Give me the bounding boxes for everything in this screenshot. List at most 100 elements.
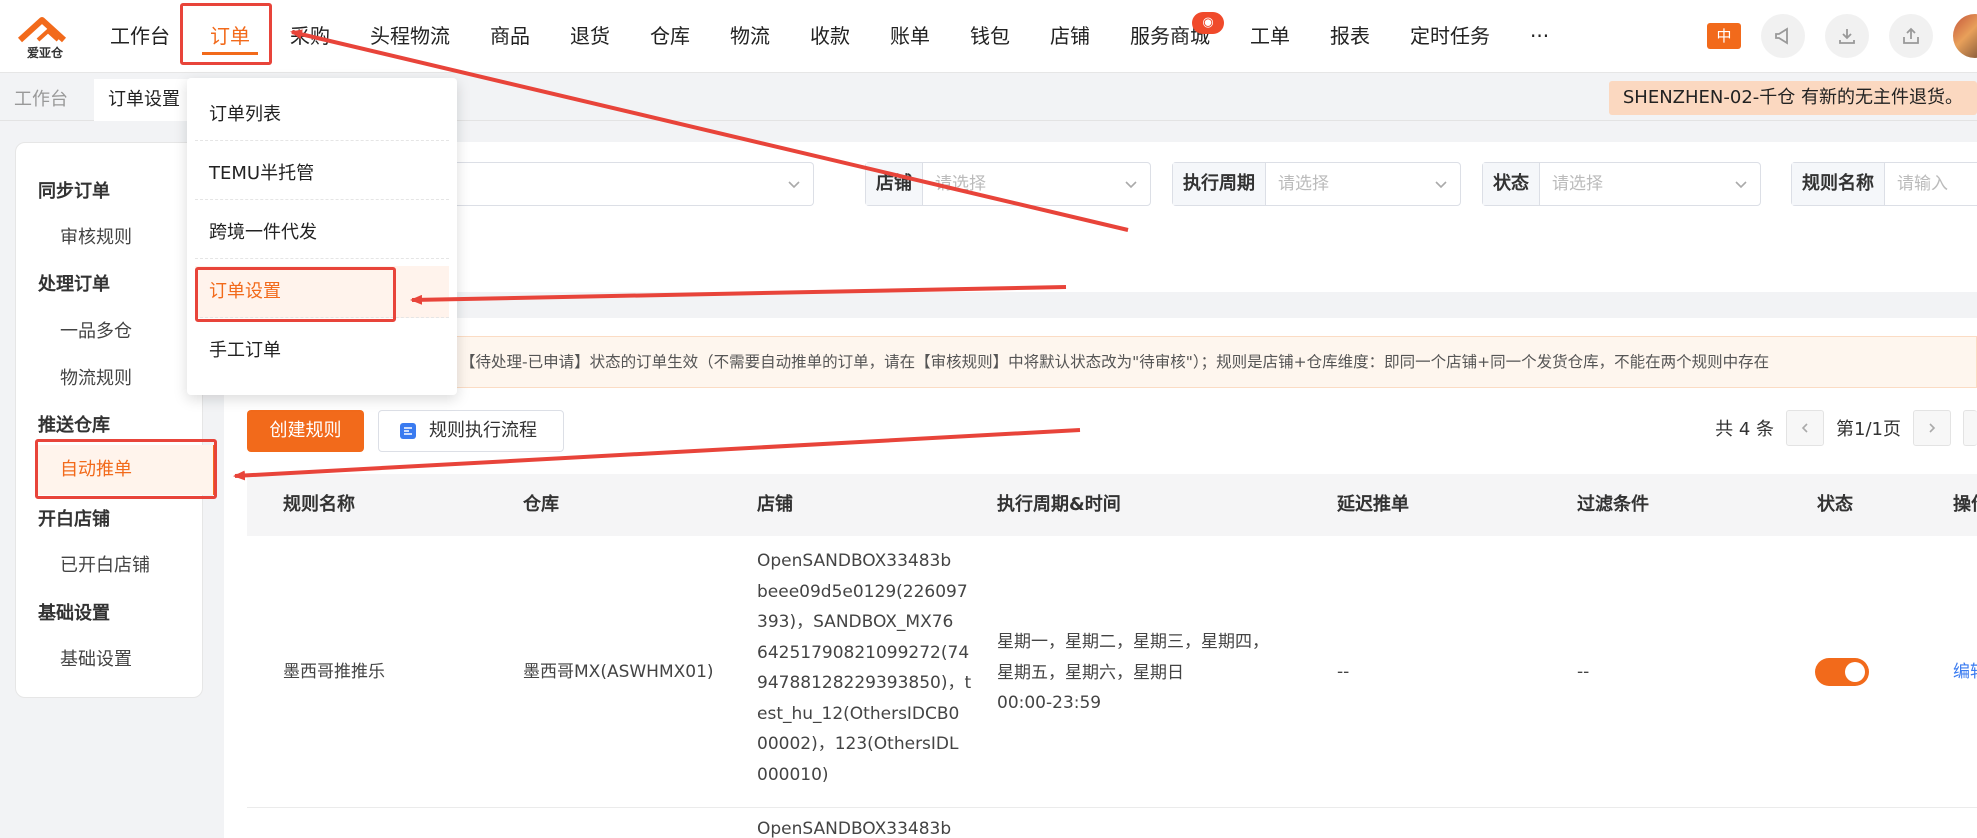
filter-rule-name[interactable]: 规则名称 请输入 [1791, 162, 1977, 206]
filter-status-select[interactable]: 请选择 [1540, 163, 1760, 205]
menu-item-temu-semi-managed[interactable]: TEMU半托管 [195, 148, 449, 200]
col-cycle: 执行周期&时间 [997, 494, 1121, 515]
table-row: 墨西哥推推乐 墨西哥MX(ASWHMX01) OpenSANDBOX33483b… [247, 536, 1977, 808]
cell-filter: -- [1577, 662, 1590, 682]
flowchart-icon [400, 423, 416, 439]
upload-share-icon[interactable] [1889, 14, 1933, 58]
prev-page-icon[interactable] [1786, 410, 1825, 446]
nav-item-workbench[interactable]: 工作台 [90, 0, 190, 73]
download-icon[interactable] [1825, 14, 1869, 58]
edit-link[interactable]: 编辑 [1953, 657, 1977, 688]
tab-workbench[interactable]: 工作台 [0, 79, 82, 121]
col-status: 状态 [1817, 494, 1853, 515]
cycle-line: 星期一，星期二，星期三，星期四， [997, 632, 1269, 652]
col-filter: 过滤条件 [1577, 494, 1649, 515]
sidebar-item-basic-settings[interactable]: 基础设置 [60, 645, 132, 671]
nav-item-first-leg[interactable]: 头程物流 [350, 0, 470, 73]
nav-item-service-mall[interactable]: 服务商城 ◉ [1110, 0, 1230, 73]
sidebar-group-push-warehouse: 推送仓库 [38, 415, 110, 436]
nav-item-bills[interactable]: 账单 [870, 0, 950, 73]
nav-item-wallet[interactable]: 钱包 [950, 0, 1030, 73]
filter-execution-cycle[interactable]: 执行周期 请选择 [1172, 162, 1461, 206]
rule-flow-label: 规则执行流程 [429, 420, 537, 441]
col-shop: 店铺 [757, 494, 793, 515]
cell-cycle: 星期一，星期二，星期三，星期四， 星期五，星期六，星期日 00:00-23:59 [997, 627, 1269, 719]
nav-item-tickets[interactable]: 工单 [1230, 0, 1310, 73]
shop-line: 64251790821099272(74 [757, 642, 970, 663]
col-delay: 延迟推单 [1337, 494, 1409, 515]
sidebar-group-process-orders: 处理订单 [38, 274, 110, 295]
highlight-box-order-settings [195, 267, 396, 322]
status-toggle[interactable] [1815, 658, 1869, 686]
col-actions: 操作 [1953, 494, 1977, 515]
cycle-line: 00:00-23:59 [997, 693, 1102, 713]
filter-rule-name-input[interactable]: 请输入 [1885, 163, 1977, 205]
rules-panel: 【待处理-已申请】状态的订单生效（不需要自动推单的订单，请在【审核规则】中将默认… [224, 318, 1977, 838]
orders-dropdown-menu: 订单列表 TEMU半托管 跨境一件代发 订单设置 手工订单 [187, 78, 457, 395]
cell-warehouse: 墨西哥MX(ASWHMX01) [523, 662, 714, 682]
filter-status[interactable]: 状态 请选择 [1482, 162, 1761, 206]
sidebar-item-whitelisted-shops[interactable]: 已开白店铺 [60, 551, 150, 577]
cell-rule-name: 墨西哥推推乐 [283, 662, 385, 682]
user-avatar[interactable] [1953, 14, 1977, 58]
tab-order-settings[interactable]: 订单设置 [94, 79, 194, 121]
filter-status-placeholder: 请选择 [1552, 174, 1603, 194]
chevron-down-icon [1435, 181, 1447, 189]
cell-delay: -- [1337, 662, 1350, 682]
shop-line: beee09d5e0129(226097 [757, 581, 968, 602]
chevron-down-icon [1735, 181, 1747, 189]
create-rule-button[interactable]: 创建规则 [247, 410, 364, 452]
nav-item-purchase[interactable]: 采购 [270, 0, 350, 73]
shop-line: OpenSANDBOX33483b [757, 551, 952, 571]
shop-line: 00002)，123(OthersIDL [757, 734, 959, 754]
highlight-box-auto-push [35, 439, 217, 499]
nav-item-payments[interactable]: 收款 [790, 0, 870, 73]
rules-table: 规则名称 仓库 店铺 执行周期&时间 延迟推单 过滤条件 状态 操作 墨西哥推推… [247, 474, 1977, 838]
nav-item-warehouse[interactable]: 仓库 [630, 0, 710, 73]
brand-logo[interactable]: 爱亚仓 [16, 14, 74, 60]
filter-cycle-label: 执行周期 [1173, 163, 1266, 205]
filter-cycle-placeholder: 请选择 [1278, 174, 1329, 194]
sidebar-group-whitelist-shops: 开白店铺 [38, 509, 110, 530]
logo-text: 爱亚仓 [26, 46, 63, 60]
next-page-icon[interactable] [1913, 410, 1951, 446]
sidebar-item-multi-warehouse[interactable]: 一品多仓 [60, 317, 132, 343]
announcement-icon[interactable] [1761, 14, 1805, 58]
nav-more-icon[interactable]: ··· [1510, 0, 1569, 73]
filter-shop-select[interactable]: 请选择 [923, 163, 1150, 205]
sidebar-group-sync-orders: 同步订单 [38, 181, 110, 202]
sidebar-item-review-rules[interactable]: 审核规则 [60, 223, 132, 249]
top-navbar: 爱亚仓 工作台 订单 采购 头程物流 商品 退货 仓库 物流 收款 账单 钱包 … [0, 0, 1977, 73]
nav-item-products[interactable]: 商品 [470, 0, 550, 73]
nav-item-reports[interactable]: 报表 [1310, 0, 1390, 73]
nav-item-logistics[interactable]: 物流 [710, 0, 790, 73]
sidebar-item-logistics-rules[interactable]: 物流规则 [60, 364, 132, 390]
filter-shop[interactable]: 店铺 请选择 [865, 162, 1151, 206]
nav-item-shops[interactable]: 店铺 [1030, 0, 1110, 73]
settings-sidebar: 同步订单 审核规则 处理订单 一品多仓 物流规则 推送仓库 自动推单 开白店铺 … [15, 142, 216, 698]
notification-banner[interactable]: SHENZHEN-02-千仓 有新的无主件退货。 [1608, 81, 1977, 115]
logo-roof-icon [17, 17, 67, 43]
filter-cycle-select[interactable]: 请选择 [1266, 163, 1460, 205]
rule-flow-button[interactable]: 规则执行流程 [378, 410, 564, 452]
menu-item-cross-border-dropship[interactable]: 跨境一件代发 [195, 207, 449, 259]
cycle-line: 星期五，星期六，星期日 [997, 662, 1184, 683]
page-size-select[interactable] [1963, 410, 1977, 446]
pagination: 共 4 条 第1/1页 [1715, 410, 1977, 446]
nav-item-returns[interactable]: 退货 [550, 0, 630, 73]
highlight-box-orders [180, 3, 272, 65]
total-count: 共 4 条 [1715, 419, 1775, 440]
rule-tip-banner: 【待处理-已申请】状态的订单生效（不需要自动推单的订单，请在【审核规则】中将默认… [224, 336, 1977, 388]
nav-item-scheduled-tasks[interactable]: 定时任务 [1390, 0, 1510, 73]
filter-rule-name-label: 规则名称 [1792, 163, 1885, 205]
sidebar-group-basic-settings: 基础设置 [38, 603, 110, 624]
filter-panel: 店铺 请选择 执行周期 请选择 状态 请选择 规则名称 请输入 [214, 142, 1977, 292]
menu-item-manual-order[interactable]: 手工订单 [195, 325, 449, 377]
shop-line: 94788128229393850)，t [757, 673, 972, 693]
main-nav: 工作台 订单 采购 头程物流 商品 退货 仓库 物流 收款 账单 钱包 店铺 服… [90, 0, 1569, 73]
cell-shop: OpenSANDBOX33483b beee09d5e0129(226097 3… [757, 546, 981, 790]
col-rule-name: 规则名称 [283, 494, 355, 515]
language-switch-button[interactable]: 中 [1707, 23, 1741, 49]
menu-item-order-list[interactable]: 订单列表 [195, 89, 449, 141]
filter-shop-label: 店铺 [866, 163, 923, 205]
